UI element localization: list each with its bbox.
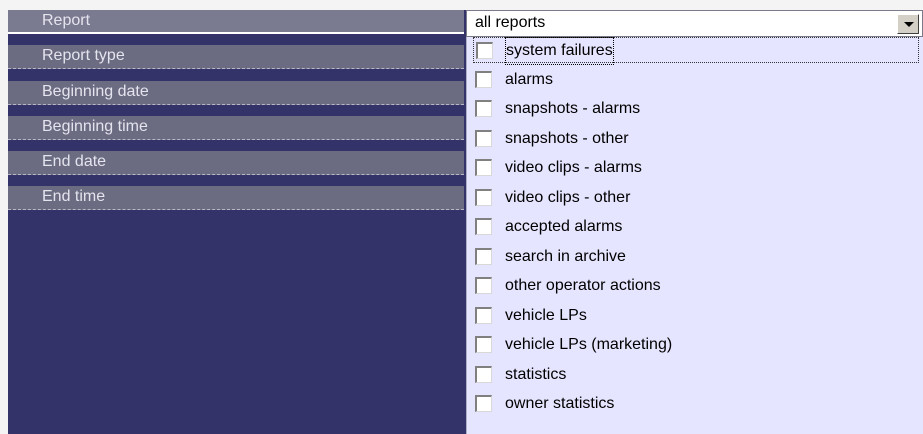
checkbox-icon[interactable] [475, 365, 492, 383]
report-option[interactable]: system failures [473, 37, 919, 65]
checkbox-icon[interactable] [475, 70, 492, 88]
report-option-label: other operator actions [505, 277, 661, 294]
report-option[interactable]: statistics [473, 362, 919, 388]
property-row-beginning-time[interactable]: Beginning time [8, 116, 464, 140]
checkbox-icon[interactable] [475, 218, 492, 235]
report-option-label: system failures [505, 37, 614, 65]
report-option[interactable]: video clips - other [473, 185, 919, 211]
checkbox-icon[interactable] [475, 129, 492, 147]
chevron-down-icon [904, 22, 914, 27]
checkbox-icon[interactable] [475, 306, 492, 324]
property-label-report-type: Report type [42, 47, 125, 64]
property-row-report-type[interactable]: Report type [8, 45, 464, 69]
report-option[interactable]: video clips - alarms [473, 155, 919, 181]
report-option[interactable]: alarms [473, 67, 919, 93]
report-option-label: owner statistics [505, 395, 615, 412]
checkbox-icon[interactable] [475, 277, 492, 294]
checkbox-icon[interactable] [475, 159, 492, 176]
report-option-label: snapshots - alarms [505, 100, 641, 117]
property-row-beginning-date[interactable]: Beginning date [8, 81, 464, 105]
report-option[interactable]: owner statistics [473, 391, 919, 417]
checkbox-icon[interactable] [475, 100, 492, 117]
checkbox-icon[interactable] [475, 336, 492, 353]
property-row-end-time[interactable]: End time [8, 186, 464, 210]
report-option[interactable]: vehicle LPs (marketing) [473, 332, 919, 358]
report-option-label: statistics [505, 365, 567, 383]
property-row-report[interactable]: Report [8, 10, 464, 34]
checkbox-icon[interactable] [475, 247, 492, 265]
report-option-label: accepted alarms [505, 218, 623, 235]
report-option[interactable]: other operator actions [473, 273, 919, 299]
property-label-report: Report [42, 12, 91, 29]
report-dropdown[interactable]: all reports [466, 10, 923, 37]
report-option[interactable]: search in archive [473, 244, 919, 270]
report-option[interactable]: snapshots - alarms [473, 96, 919, 122]
report-option-label: vehicle LPs (marketing) [505, 336, 673, 353]
report-option-label: snapshots - other [505, 129, 629, 147]
property-label-beginning-time: Beginning time [42, 118, 148, 135]
checkbox-icon[interactable] [475, 188, 492, 206]
report-option-label: video clips - other [505, 188, 631, 206]
checkbox-icon[interactable] [476, 42, 493, 59]
report-dropdown-value: all reports [475, 14, 546, 31]
report-options-list[interactable]: system failures alarms snapshots - alarm… [466, 37, 923, 434]
report-option[interactable]: accepted alarms [473, 214, 919, 240]
property-label-end-date: End date [42, 153, 107, 170]
report-properties-panel: Report Report type Beginning date Beginn… [8, 10, 466, 434]
report-option-label: search in archive [505, 247, 626, 265]
report-option-label: video clips - alarms [505, 159, 642, 176]
property-label-end-time: End time [42, 188, 106, 205]
property-row-end-date[interactable]: End date [8, 151, 464, 175]
report-option-label: vehicle LPs [505, 306, 587, 324]
dropdown-arrow-button[interactable] [897, 14, 919, 34]
report-option[interactable]: snapshots - other [473, 126, 919, 152]
checkbox-icon[interactable] [475, 395, 492, 412]
property-label-beginning-date: Beginning date [42, 83, 149, 100]
report-option-label: alarms [505, 70, 554, 88]
report-option[interactable]: vehicle LPs [473, 303, 919, 329]
